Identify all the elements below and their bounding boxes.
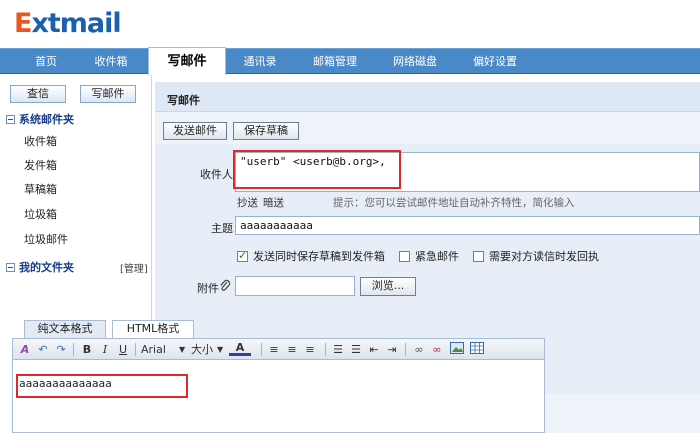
editor-toolbar: A ↶ ↷ B I U Arial ▼ 大小 ▼ A ≡ ≡ ≡ ☰ ☰ ⇤ ⇥ ∞…: [12, 338, 545, 360]
compose-header: 写邮件: [155, 82, 700, 112]
browse-button[interactable]: 浏览...: [360, 277, 416, 296]
sidebar-compose-button[interactable]: 写邮件: [80, 85, 136, 103]
align-left-icon[interactable]: ≡: [267, 342, 281, 357]
system-folders-header[interactable]: 系统邮件夹: [6, 111, 74, 127]
nav-tab-inbox[interactable]: 收件箱: [82, 49, 140, 74]
highlight-box: [16, 374, 188, 398]
attachment-label: 附件: [197, 282, 219, 295]
editor-content-area[interactable]: aaaaaaaaaaaaaa: [12, 360, 545, 433]
collapse-icon[interactable]: [6, 114, 15, 124]
undo-icon[interactable]: ↶: [35, 342, 51, 357]
subject-label: 主题: [211, 222, 233, 235]
read-receipt-option[interactable]: 需要对方读信时发回执: [473, 248, 599, 264]
extmail-logo: Extmail: [14, 8, 122, 39]
nav-tab-contacts[interactable]: 通讯录: [232, 49, 288, 74]
autocomplete-hint: 提示：您可以尝试邮件地址自动补齐特性，简化输入: [333, 197, 575, 209]
font-color-icon[interactable]: A: [229, 342, 251, 356]
link-icon[interactable]: ∞: [411, 342, 427, 357]
folder-sent[interactable]: 发件箱: [24, 157, 57, 173]
manage-folders-link[interactable]: [管理]: [120, 260, 148, 275]
image-icon[interactable]: [449, 342, 465, 357]
tab-plain-text[interactable]: 纯文本格式: [24, 320, 106, 338]
to-label: 收件人: [200, 168, 233, 181]
italic-icon[interactable]: I: [97, 342, 113, 357]
outdent-icon[interactable]: ⇤: [367, 342, 381, 357]
nav-tab-compose[interactable]: 写邮件: [148, 47, 226, 75]
nav-tab-home[interactable]: 首页: [22, 49, 70, 74]
align-right-icon[interactable]: ≡: [303, 342, 317, 357]
align-center-icon[interactable]: ≡: [285, 342, 299, 357]
ordered-list-icon[interactable]: ☰: [331, 342, 345, 357]
urgent-option[interactable]: 紧急邮件: [399, 248, 459, 264]
my-folders-header[interactable]: 我的文件夹: [6, 259, 74, 275]
unordered-list-icon[interactable]: ☰: [349, 342, 363, 357]
check-mail-button[interactable]: 查信: [10, 85, 66, 103]
checkbox-checked[interactable]: [237, 249, 248, 262]
redo-icon[interactable]: ↷: [53, 342, 69, 357]
indent-icon[interactable]: ⇥: [385, 342, 399, 357]
nav-tab-preferences[interactable]: 偏好设置: [462, 49, 528, 74]
checkbox-unchecked[interactable]: [399, 250, 410, 262]
tab-html[interactable]: HTML格式: [112, 320, 194, 339]
send-button[interactable]: 发送邮件: [163, 122, 227, 140]
cc-link[interactable]: 抄送: [237, 195, 258, 210]
table-icon[interactable]: [469, 342, 485, 357]
my-folders-label: 我的文件夹: [19, 261, 74, 274]
subject-input[interactable]: aaaaaaaaaaa: [235, 216, 700, 235]
bcc-link[interactable]: 暗送: [263, 195, 284, 210]
font-family-select[interactable]: Arial ▼: [141, 342, 187, 357]
bold-icon[interactable]: B: [79, 342, 95, 357]
save-to-sent-option[interactable]: 发送同时保存草稿到发件箱: [237, 248, 385, 264]
nav-tab-mailbox-admin[interactable]: 邮箱管理: [302, 49, 368, 74]
font-size-select[interactable]: 大小 ▼: [191, 342, 225, 357]
page-title: 写邮件: [167, 94, 200, 107]
nav-tab-netdisk[interactable]: 网络磁盘: [382, 49, 448, 74]
folder-drafts[interactable]: 草稿箱: [24, 181, 57, 197]
underline-icon[interactable]: U: [115, 342, 131, 357]
message-editor: 纯文本格式 HTML格式 A ↶ ↷ B I U Arial ▼ 大小 ▼ A ≡ …: [12, 320, 545, 433]
folder-inbox[interactable]: 收件箱: [24, 133, 57, 149]
system-folders-label: 系统邮件夹: [19, 113, 74, 126]
paperclip-icon: [220, 279, 231, 291]
top-nav: 首页 收件箱 写邮件 通讯录 邮箱管理 网络磁盘 偏好设置: [0, 47, 700, 75]
folder-spam[interactable]: 垃圾邮件: [24, 231, 68, 247]
checkbox-unchecked[interactable]: [473, 250, 484, 262]
remove-format-icon[interactable]: A: [17, 342, 33, 357]
unlink-icon[interactable]: ∞: [429, 342, 445, 357]
highlight-box: [233, 150, 401, 189]
attachment-input[interactable]: [235, 276, 355, 296]
save-draft-button[interactable]: 保存草稿: [233, 122, 299, 140]
folder-trash[interactable]: 垃圾箱: [24, 206, 57, 222]
collapse-icon[interactable]: [6, 262, 15, 272]
